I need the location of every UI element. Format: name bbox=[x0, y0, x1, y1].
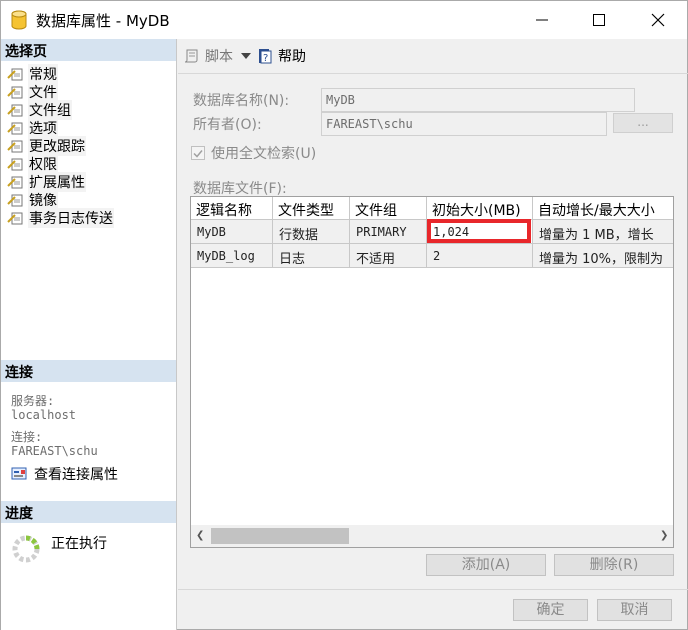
database-properties-window: 数据库属性 - MyDB 选择页 常规 文件 文件组 选项 更改跟踪 权限 扩展… bbox=[0, 0, 688, 630]
column-header-logical-name[interactable]: 逻辑名称 bbox=[191, 197, 273, 220]
page-icon bbox=[7, 86, 23, 99]
page-item-permissions[interactable]: 权限 bbox=[7, 154, 58, 174]
owner-field[interactable]: FAREAST\schu bbox=[321, 112, 607, 136]
svg-text:?: ? bbox=[263, 53, 268, 64]
minimize-icon bbox=[536, 19, 548, 21]
page-item-files[interactable]: 文件 bbox=[7, 82, 58, 102]
minimize-button[interactable] bbox=[519, 1, 565, 39]
script-button[interactable]: 脚本 bbox=[183, 46, 233, 66]
maximize-icon bbox=[593, 14, 605, 26]
toolbar-divider bbox=[178, 73, 688, 74]
highlight-box bbox=[427, 219, 531, 243]
column-header-file-type[interactable]: 文件类型 bbox=[273, 197, 350, 220]
cell-autogrowth[interactable]: 增量为 1 MB，增长 bbox=[533, 220, 673, 244]
column-header-autogrowth[interactable]: 自动增长/最大大小 bbox=[533, 197, 673, 220]
server-label: 服务器: bbox=[11, 394, 55, 408]
database-name-field[interactable]: MyDB bbox=[321, 88, 635, 112]
page-icon bbox=[7, 212, 23, 225]
page-item-log-shipping[interactable]: 事务日志传送 bbox=[7, 208, 114, 228]
cell-logical-name[interactable]: MyDB_log bbox=[191, 244, 273, 268]
cell-autogrowth[interactable]: 增量为 10%，限制为 bbox=[533, 244, 673, 268]
fulltext-label: 使用全文检索(U) bbox=[211, 146, 317, 162]
progress-header: 进度 bbox=[1, 501, 176, 523]
help-icon: ? bbox=[259, 49, 272, 64]
database-files-grid[interactable]: 逻辑名称 文件类型 文件组 初始大小(MB) 自动增长/最大大小 MyDB 行数… bbox=[190, 196, 674, 548]
connection-properties-icon bbox=[11, 467, 27, 480]
scroll-left-icon[interactable]: ❮ bbox=[196, 530, 204, 541]
toolbar: 脚本 ? 帮助 bbox=[183, 46, 306, 66]
owner-browse-button[interactable]: ... bbox=[613, 113, 673, 133]
connection-label: 连接: bbox=[11, 430, 43, 444]
owner-label: 所有者(O): bbox=[193, 117, 262, 133]
footer-divider bbox=[178, 589, 688, 590]
fulltext-checkbox[interactable] bbox=[191, 146, 205, 160]
script-dropdown-chevron-icon[interactable] bbox=[241, 53, 251, 59]
page-item-extended-properties[interactable]: 扩展属性 bbox=[7, 172, 86, 192]
page-icon bbox=[7, 104, 23, 117]
scroll-right-icon[interactable]: ❯ bbox=[660, 530, 668, 541]
ok-button[interactable]: 确定 bbox=[513, 599, 588, 621]
database-files-label: 数据库文件(F): bbox=[193, 181, 287, 197]
close-icon bbox=[651, 13, 665, 27]
select-page-header: 选择页 bbox=[1, 39, 176, 61]
script-label: 脚本 bbox=[205, 49, 233, 65]
connection-header: 连接 bbox=[1, 360, 176, 382]
scrollbar-thumb[interactable] bbox=[211, 528, 349, 544]
cell-file-type[interactable]: 日志 bbox=[273, 244, 350, 268]
horizontal-scrollbar[interactable]: ❮ ❯ bbox=[191, 525, 673, 547]
page-item-filegroups[interactable]: 文件组 bbox=[7, 100, 72, 120]
page-item-general[interactable]: 常规 bbox=[7, 64, 58, 84]
cell-filegroup[interactable]: PRIMARY bbox=[350, 220, 427, 244]
help-button[interactable]: ? 帮助 bbox=[257, 46, 306, 66]
close-button[interactable] bbox=[635, 1, 681, 39]
page-item-options[interactable]: 选项 bbox=[7, 118, 58, 138]
title-bar: 数据库属性 - MyDB bbox=[1, 1, 687, 39]
view-connection-properties-link[interactable]: 查看连接属性 bbox=[11, 464, 118, 484]
cell-filegroup[interactable]: 不适用 bbox=[350, 244, 427, 268]
checkmark-icon bbox=[193, 149, 203, 158]
server-value: localhost bbox=[11, 408, 77, 422]
remove-button[interactable]: 删除(R) bbox=[554, 554, 674, 576]
progress-spinner-icon bbox=[12, 535, 40, 563]
column-header-initial-size[interactable]: 初始大小(MB) bbox=[427, 197, 533, 220]
cell-file-type[interactable]: 行数据 bbox=[273, 220, 350, 244]
page-icon bbox=[7, 158, 23, 171]
window-title: 数据库属性 - MyDB bbox=[36, 12, 170, 30]
maximize-button[interactable] bbox=[576, 1, 622, 39]
column-header-filegroup[interactable]: 文件组 bbox=[350, 197, 427, 220]
connection-value: FAREAST\schu bbox=[11, 444, 98, 458]
view-connection-properties-label: 查看连接属性 bbox=[34, 467, 118, 483]
progress-status: 正在执行 bbox=[51, 536, 107, 552]
page-icon bbox=[7, 122, 23, 135]
script-icon bbox=[184, 49, 198, 63]
cell-initial-size[interactable]: 2 bbox=[427, 244, 533, 268]
cancel-button[interactable]: 取消 bbox=[597, 599, 672, 621]
cell-logical-name[interactable]: MyDB bbox=[191, 220, 273, 244]
page-item-change-tracking[interactable]: 更改跟踪 bbox=[7, 136, 86, 156]
database-icon bbox=[11, 10, 27, 30]
help-label: 帮助 bbox=[278, 49, 306, 65]
database-name-label: 数据库名称(N): bbox=[193, 93, 290, 109]
page-icon bbox=[7, 68, 23, 81]
page-icon bbox=[7, 194, 23, 207]
page-item-mirroring[interactable]: 镜像 bbox=[7, 190, 58, 210]
add-button[interactable]: 添加(A) bbox=[426, 554, 546, 576]
fulltext-checkbox-row[interactable]: 使用全文检索(U) bbox=[191, 143, 316, 163]
page-icon bbox=[7, 176, 23, 189]
page-icon bbox=[7, 140, 23, 153]
